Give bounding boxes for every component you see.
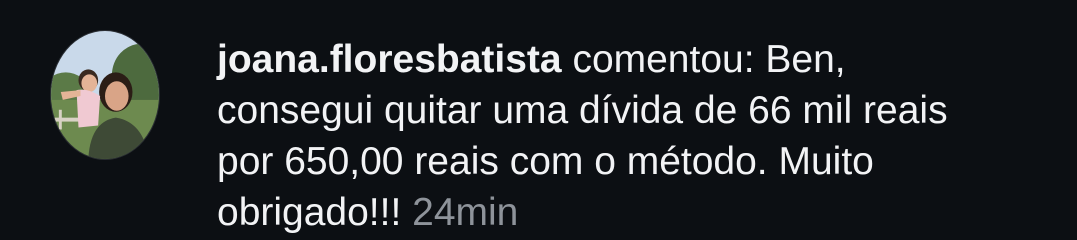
comment-line-1: comentou: Ben, (561, 38, 846, 81)
avatar[interactable] (50, 30, 160, 160)
comment-line-3: por 650,00 reais com o método. Muito (217, 140, 874, 183)
comment-line-2: consegui quitar uma dívida de 66 mil rea… (217, 89, 948, 132)
comment-line-4: obrigado!!! (217, 191, 413, 234)
username-link[interactable]: joana.floresbatista (217, 38, 562, 81)
comment-text: joana.floresbatista comentou: Ben, conseg… (217, 34, 1047, 238)
comment-notification[interactable]: joana.floresbatista comentou: Ben, conseg… (0, 0, 1077, 240)
user-profile-photo-icon (51, 31, 159, 159)
timestamp: 24min (412, 191, 519, 234)
